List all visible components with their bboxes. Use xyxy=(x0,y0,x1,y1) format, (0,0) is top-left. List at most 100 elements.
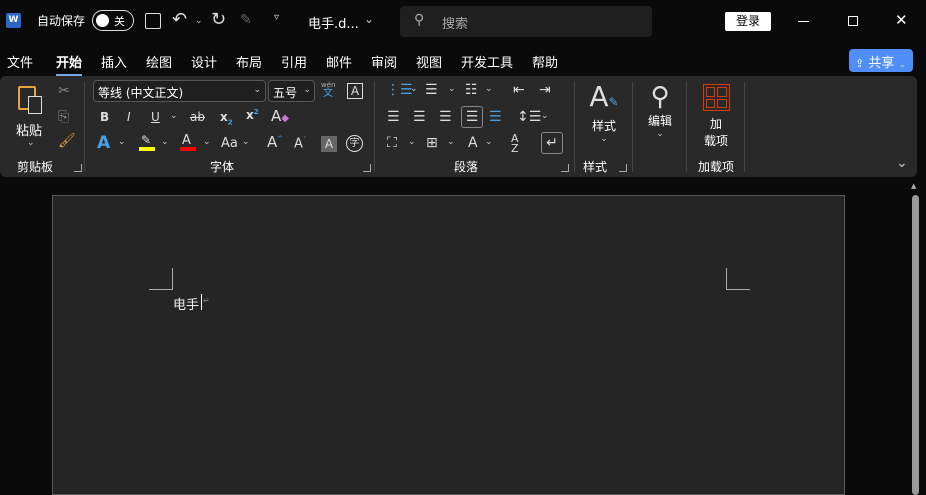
tab-design[interactable]: 设计 xyxy=(191,52,217,71)
tab-view[interactable]: 视图 xyxy=(416,52,442,71)
title-chevron-icon[interactable]: ⌄ xyxy=(364,13,374,25)
tab-references[interactable]: 引用 xyxy=(281,52,307,71)
addins-group-label: 加载项 xyxy=(698,160,735,174)
copy-icon[interactable]: ⎘ xyxy=(58,110,69,124)
change-case-icon[interactable]: Aa xyxy=(221,137,238,150)
scroll-thumb[interactable] xyxy=(912,195,919,495)
multilevel-chevron-icon[interactable]: ⌄ xyxy=(485,85,493,94)
share-button[interactable]: ⇪ 共享 ⌄ xyxy=(849,49,913,72)
undo-chevron-icon[interactable]: ⌄ xyxy=(195,17,203,26)
vertical-scrollbar[interactable]: ▲ xyxy=(910,180,920,495)
superscript-icon[interactable]: x2 xyxy=(246,109,259,122)
underline-icon[interactable]: U xyxy=(151,111,160,123)
sort-icon[interactable]: AZ xyxy=(511,133,519,154)
tab-insert[interactable]: 插入 xyxy=(101,52,127,71)
justify-icon[interactable]: ☰ xyxy=(461,106,483,128)
maximize-icon[interactable] xyxy=(848,16,858,26)
bold-icon[interactable]: B xyxy=(100,111,109,123)
styles-label: 样式 xyxy=(591,119,616,133)
tab-draw[interactable]: 绘图 xyxy=(146,52,172,71)
font-size-dropdown[interactable]: 五号 ⌄ xyxy=(268,80,315,102)
line-spacing-chevron-icon[interactable]: ⌄ xyxy=(541,112,549,121)
subscript-icon[interactable]: x2 xyxy=(220,111,233,126)
search-box[interactable]: ⚲ 搜索 xyxy=(400,6,652,37)
font-launcher-icon[interactable] xyxy=(363,164,371,172)
strikethrough-icon[interactable]: ab xyxy=(190,111,205,123)
tab-mailings[interactable]: 邮件 xyxy=(326,52,352,71)
share-chevron-icon: ⌄ xyxy=(898,60,907,70)
cut-icon[interactable]: ✂ xyxy=(58,84,70,98)
align-right-icon[interactable]: ☰ xyxy=(439,110,452,124)
change-case-chevron-icon[interactable]: ⌄ xyxy=(242,138,250,147)
character-shading-icon[interactable]: A xyxy=(321,136,337,152)
tab-developer[interactable]: 开发工具 xyxy=(461,52,513,71)
clipboard-launcher-icon[interactable] xyxy=(74,164,82,172)
font-color-button[interactable]: A xyxy=(180,134,196,152)
shading-chevron-icon[interactable]: ⌄ xyxy=(408,138,416,147)
increase-indent-icon[interactable]: ⇥ xyxy=(539,83,551,97)
separator xyxy=(744,82,745,172)
distributed-icon[interactable]: ☰ xyxy=(489,110,502,124)
pen-icon[interactable]: ✎ xyxy=(240,13,252,27)
font-name-dropdown[interactable]: 等线 (中文正文) ⌄ xyxy=(93,80,266,102)
align-left-icon[interactable]: ☰ xyxy=(387,110,400,124)
tab-layout[interactable]: 布局 xyxy=(236,52,262,71)
highlight-chevron-icon[interactable]: ⌄ xyxy=(161,138,169,147)
paragraph-launcher-icon[interactable] xyxy=(561,164,569,172)
shrink-font-icon[interactable]: Aˇ xyxy=(294,137,306,151)
collapse-ribbon-icon[interactable]: ⌄ xyxy=(896,156,908,170)
italic-icon[interactable]: I xyxy=(127,111,131,123)
numbering-chevron-icon[interactable]: ⌄ xyxy=(448,85,456,94)
borders-icon[interactable]: ⊞ xyxy=(426,136,438,150)
grow-font-icon[interactable]: A^ xyxy=(267,135,283,150)
highlight-color-button[interactable]: ✎ xyxy=(139,134,155,152)
numbering-icon[interactable]: ☰ xyxy=(425,83,438,97)
customize-toolbar-icon[interactable]: ▿ xyxy=(274,13,279,23)
addins-button[interactable]: 加 载项 xyxy=(696,82,736,148)
enclose-characters-icon[interactable]: 字 xyxy=(346,135,363,152)
document-title[interactable]: 电手.d... xyxy=(308,13,359,32)
tab-help[interactable]: 帮助 xyxy=(532,52,558,71)
close-icon[interactable]: ✕ xyxy=(895,13,908,28)
minimize-icon[interactable] xyxy=(798,21,809,22)
tab-file[interactable]: 文件 xyxy=(7,52,33,71)
editing-button[interactable]: ⚲ 编辑 ⌄ xyxy=(640,82,680,148)
styles-button[interactable]: A✎ 样式 ⌄ xyxy=(584,82,624,148)
decrease-indent-icon[interactable]: ⇤ xyxy=(513,83,525,97)
text-effects-icon[interactable]: A xyxy=(97,135,110,152)
undo-icon[interactable]: ↶ xyxy=(172,11,187,29)
bullets-icon[interactable]: ⋮☰ xyxy=(386,83,413,97)
addins-label-1: 加 xyxy=(709,117,722,131)
format-painter-icon[interactable]: 🖌 xyxy=(58,134,76,148)
asian-layout-icon[interactable]: A xyxy=(468,136,478,150)
bullets-chevron-icon[interactable]: ⌄ xyxy=(410,85,418,94)
underline-chevron-icon[interactable]: ⌄ xyxy=(170,112,178,121)
line-spacing-icon[interactable]: ↕☰ xyxy=(517,110,541,124)
asian-layout-chevron-icon[interactable]: ⌄ xyxy=(485,138,493,147)
align-center-icon[interactable]: ☰ xyxy=(413,110,426,124)
styles-launcher-icon[interactable] xyxy=(619,164,627,172)
phonetic-guide-button[interactable]: wén 文 xyxy=(321,82,335,99)
show-marks-icon[interactable]: ↵ xyxy=(541,132,563,154)
tab-review[interactable]: 审阅 xyxy=(371,52,397,71)
save-icon[interactable] xyxy=(145,13,161,29)
font-size-value: 五号 xyxy=(273,86,298,100)
clear-formatting-icon[interactable]: A◆ xyxy=(271,109,289,124)
character-border-icon[interactable]: A xyxy=(347,83,363,99)
share-icon: ⇪ xyxy=(855,57,865,70)
separator xyxy=(84,82,85,172)
text-effects-chevron-icon[interactable]: ⌄ xyxy=(118,138,126,147)
shading-icon[interactable]: ⛶ xyxy=(387,136,397,150)
login-button[interactable]: 登录 xyxy=(725,12,771,31)
paste-button[interactable]: 粘贴 ⌄ xyxy=(14,82,50,150)
tab-home[interactable]: 开始 xyxy=(56,52,83,76)
document-text[interactable]: 电手 xyxy=(173,294,199,313)
multilevel-list-icon[interactable]: ☷ xyxy=(465,83,478,97)
chevron-down-icon: ⌄ xyxy=(303,85,311,95)
autosave-toggle[interactable]: 关 xyxy=(92,10,134,31)
redo-icon[interactable]: ↻ xyxy=(211,11,226,29)
borders-chevron-icon[interactable]: ⌄ xyxy=(447,138,455,147)
font-color-chevron-icon[interactable]: ⌄ xyxy=(203,138,211,147)
scroll-up-icon[interactable]: ▲ xyxy=(911,182,916,190)
document-page[interactable]: 电手 ↵ xyxy=(52,195,845,495)
